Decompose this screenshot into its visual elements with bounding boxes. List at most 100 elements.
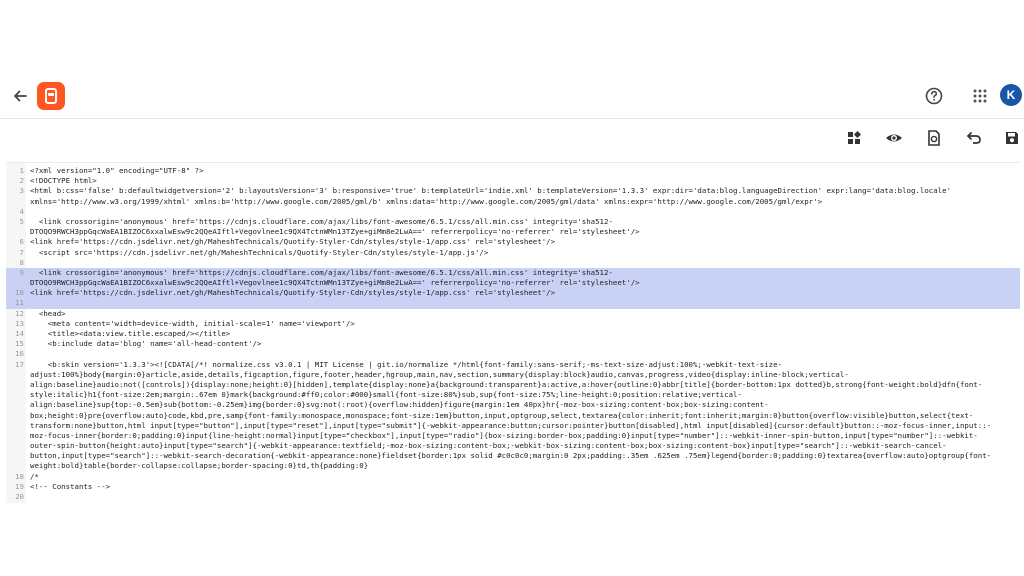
line-number: 20 [15, 492, 24, 501]
code-line[interactable]: 16 [6, 349, 1020, 359]
code-line[interactable]: 4 [6, 207, 1020, 217]
code-line[interactable]: 9 <link crossorigin='anonymous' href='ht… [6, 267, 1020, 279]
line-number: 8 [19, 257, 24, 267]
line-code: DTOQO9RWCH3ppGqcWaEA1BIZOC6xxalwEsw9c2QQ… [30, 227, 640, 237]
line-number: 21 [6, 502, 24, 503]
line-number: 1 [19, 166, 24, 175]
top-app-bar: K [0, 78, 1024, 118]
code-line[interactable]: 11 [6, 298, 1020, 309]
code-line[interactable]: align:baseline}sup{top:-0.5em}sub{bottom… [6, 400, 1020, 410]
code-line[interactable]: 13 <meta content='width=device-width, in… [6, 319, 1020, 329]
line-number: 2 [19, 176, 24, 186]
code-line[interactable]: 6 <link href='https://cdn.jsdelivr.net/gh… [6, 237, 1020, 247]
line-code: <!-- Constants --> [30, 481, 111, 491]
code-line[interactable]: button,input[type="search"]::-webkit-sea… [6, 451, 1020, 461]
line-number: 3 [19, 186, 24, 196]
line-number: 9 [19, 267, 24, 277]
line-number: 15 [15, 339, 24, 349]
line-code: <meta content='width=device-width, initi… [30, 318, 355, 328]
code-line[interactable]: 12 <head> [6, 309, 1020, 319]
code-line[interactable]: 14 <title><data:view.title.escaped/></ti… [6, 329, 1020, 339]
code-line[interactable]: 7 <script src='https://cdn.jsdelivr.net/… [6, 248, 1020, 258]
header-divider [0, 118, 1024, 119]
line-number: 7 [19, 247, 24, 257]
blogger-logo[interactable] [37, 82, 65, 110]
back-arrow-icon[interactable] [10, 86, 30, 106]
code-line[interactable]: 19 <!-- Constants --> [6, 482, 1020, 492]
line-code: <title><data:view.title.escaped/></title… [30, 329, 231, 338]
help-icon[interactable] [924, 86, 944, 106]
line-code: outer-spin-button{height:auto}input[type… [30, 441, 947, 451]
line-code: <!DOCTYPE html> [30, 176, 97, 186]
line-code: button,input[type="search"]::-webkit-sea… [30, 451, 992, 461]
line-code: <head> [30, 308, 66, 318]
code-line[interactable]: 15 <b:include data='blog' name='all-head… [6, 339, 1020, 349]
line-code: <b:skin version='1.3.3'><![CDATA[/*! nor… [30, 359, 782, 369]
line-number: 13 [15, 318, 24, 328]
code-line[interactable]: transform:none}button,html input[type="b… [6, 421, 1020, 431]
code-line[interactable]: xmlns='http://www.w3.org/1999/xhtml' xml… [6, 197, 1020, 207]
line-code: <script src='https://cdn.jsdelivr.net/gh… [30, 247, 489, 257]
widget-layout-icon[interactable] [844, 128, 864, 148]
line-number: 17 [15, 359, 24, 369]
code-line[interactable]: 10 <link href='https://cdn.jsdelivr.net/g… [6, 288, 1020, 299]
code-line[interactable]: 5 <link crossorigin='anonymous' href='ht… [6, 217, 1020, 227]
code-line[interactable]: 21 <Variable name="damionRegular36" descr… [6, 502, 1020, 503]
line-code: DTOQO9RWCH3ppGqcWaEA1BIZOC6xxalwEsw9c2QQ… [30, 278, 640, 288]
line-number: 4 [19, 206, 24, 216]
save-icon[interactable] [1002, 128, 1022, 148]
line-code: <b:include data='blog' name='all-head-co… [30, 339, 262, 349]
line-number: 10 [15, 288, 24, 298]
account-avatar[interactable]: K [1000, 84, 1022, 106]
line-number: 11 [15, 298, 24, 308]
line-code: adjust:100%}body{margin:0}article,aside,… [30, 369, 849, 379]
line-number: 16 [15, 349, 24, 359]
code-line[interactable]: adjust:100%}body{margin:0}article,aside,… [6, 370, 1020, 380]
code-line[interactable]: 17 <b:skin version='1.3.3'><![CDATA[/*! … [6, 360, 1020, 370]
line-code: align:baseline}sup{top:-0.5em}sub{bottom… [30, 400, 769, 410]
line-code: <Variable name="damionRegular36" descrip… [30, 502, 764, 503]
blogger-logo-mark [45, 88, 57, 104]
line-number: 5 [19, 216, 24, 226]
code-line[interactable]: 8 [6, 258, 1020, 268]
undo-icon[interactable] [964, 128, 984, 148]
apps-grid-icon[interactable] [970, 86, 990, 106]
line-code: align:baseline}audio:not([controls]){dis… [30, 379, 983, 389]
code-line[interactable]: moz-focus-inner{border:0;padding:0}input… [6, 431, 1020, 441]
code-line[interactable]: 1 <?xml version="1.0" encoding="UTF-8" ?> [6, 166, 1020, 176]
code-line[interactable]: 3 <html b:css='false' b:defaultwidgetvers… [6, 186, 1020, 196]
line-code: <link href='https://cdn.jsdelivr.net/gh/… [30, 237, 556, 247]
line-number: 14 [15, 329, 24, 338]
line-code: box;height:0}pre{overflow:auto}code,kbd,… [30, 410, 974, 420]
preview-icon[interactable] [884, 128, 904, 148]
line-code: <link crossorigin='anonymous' href='http… [30, 267, 613, 277]
code-line[interactable]: DTOQO9RWCH3ppGqcWaEA1BIZOC6xxalwEsw9c2QQ… [6, 227, 1020, 237]
line-code: xmlns='http://www.w3.org/1999/xhtml' xml… [30, 196, 823, 206]
code-line[interactable]: DTOQO9RWCH3ppGqcWaEA1BIZOC6xxalwEsw9c2QQ… [6, 278, 1020, 289]
code-lines: 1 <?xml version="1.0" encoding="UTF-8" ?>… [6, 166, 1020, 503]
text-cursor [102, 302, 108, 314]
editor-toolbar [784, 122, 1024, 154]
line-number: 12 [15, 308, 24, 318]
code-line[interactable]: style:italic}h1{font-size:2em;margin:.67… [6, 390, 1020, 400]
line-code: <link crossorigin='anonymous' href='http… [30, 216, 613, 226]
code-line[interactable]: 18 /* [6, 472, 1020, 482]
code-line[interactable]: box;height:0}pre{overflow:auto}code,kbd,… [6, 411, 1020, 421]
line-number: 19 [15, 481, 24, 491]
code-line[interactable]: outer-spin-button{height:auto}input[type… [6, 441, 1020, 451]
line-code: /* [30, 471, 39, 481]
line-number: 6 [19, 237, 24, 247]
line-code: transform:none}button,html input[type="b… [30, 420, 992, 430]
format-code-icon[interactable] [924, 128, 944, 148]
line-code: moz-focus-inner{border:0;padding:0}input… [30, 430, 978, 440]
code-line[interactable]: align:baseline}audio:not([controls]){dis… [6, 380, 1020, 390]
line-number: 18 [15, 471, 24, 481]
code-line[interactable]: weight:bold}table{border-collapse:collap… [6, 461, 1020, 471]
code-line[interactable]: 20 [6, 492, 1020, 502]
line-code: weight:bold}table{border-collapse:collap… [30, 461, 369, 471]
code-line[interactable]: 2 <!DOCTYPE html> [6, 176, 1020, 186]
code-editor[interactable]: 1 <?xml version="1.0" encoding="UTF-8" ?>… [6, 162, 1020, 503]
line-code: style:italic}h1{font-size:2em;margin:.67… [30, 390, 742, 400]
line-code: <link href='https://cdn.jsdelivr.net/gh/… [30, 288, 556, 298]
line-code: <html b:css='false' b:defaultwidgetversi… [30, 186, 952, 196]
